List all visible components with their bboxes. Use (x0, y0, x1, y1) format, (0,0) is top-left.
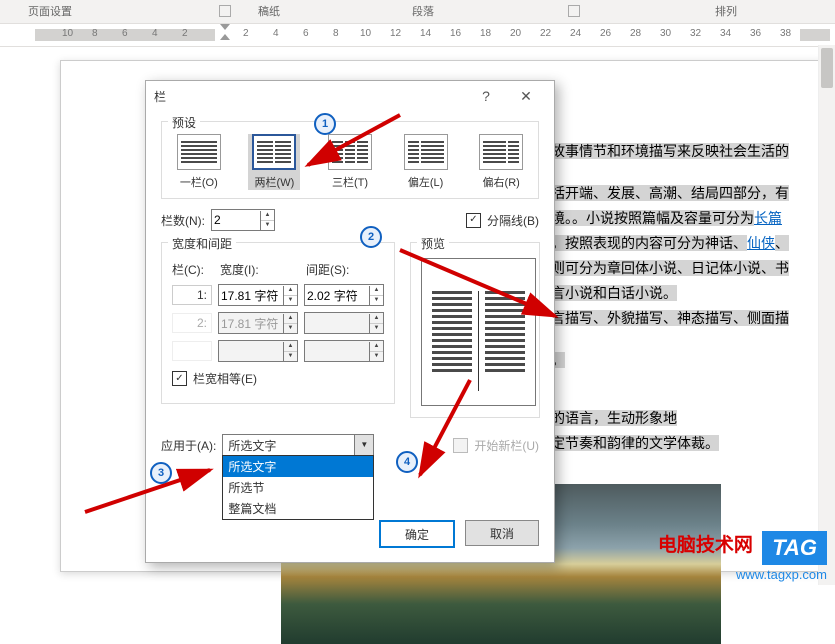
width-input-3: ▲▼ (218, 340, 298, 362)
start-new-column-checkbox (453, 438, 468, 453)
divider-label[interactable]: 分隔线(B) (487, 212, 539, 229)
paragraph-launcher-icon[interactable] (568, 5, 580, 17)
start-new-column-label: 开始新栏(U) (474, 437, 539, 454)
doc-link[interactable]: 仙侠 (747, 235, 775, 251)
preview-legend: 预览 (417, 235, 449, 252)
preset-two[interactable]: 两栏(W) (248, 134, 300, 190)
ok-button[interactable]: 确定 (379, 520, 455, 548)
columns-count-label: 栏数(N): (161, 212, 205, 229)
cancel-button[interactable]: 取消 (465, 520, 539, 546)
equal-width-label[interactable]: 栏宽相等(E) (193, 370, 257, 387)
chevron-down-icon[interactable]: ▼ (354, 435, 373, 455)
ribbon-group-page-setup: 页面设置 (28, 3, 72, 19)
apply-option-selected-section[interactable]: 所选节 (223, 477, 373, 498)
preview-group: 预览 (410, 242, 540, 418)
doc-line[interactable]: 故事情节和环境描写来反映社会生活的 (551, 143, 789, 159)
dialog-titlebar[interactable]: 栏 ? ✕ (146, 81, 554, 111)
width-spacing-group: 宽度和间距 栏(C): 宽度(I): 间距(S): 1: ▲▼ ▲▼ 2: ▲▼ (161, 242, 395, 404)
spacing-input-3: ▲▼ (304, 340, 384, 362)
spacing-header: 间距(S): (306, 261, 349, 278)
col-index-1: 1: (172, 285, 212, 305)
preset-left[interactable]: 偏左(L) (400, 134, 452, 190)
help-button[interactable]: ? (466, 88, 506, 104)
doc-line[interactable]: 。按照表现的内容可分为神话、 (551, 235, 747, 251)
annotation-badge-2: 2 (360, 226, 382, 248)
ribbon: 页面设置 稿纸 段落 排列 (0, 0, 835, 24)
col-header: 栏(C): (172, 261, 214, 278)
doc-line[interactable]: 括开端、发展、高潮、结局四部分，有 (551, 185, 789, 201)
columns-count-input[interactable]: ▲▼ (211, 209, 275, 231)
doc-line[interactable]: 的语言，生动形象地 (551, 410, 677, 426)
close-button[interactable]: ✕ (506, 88, 546, 105)
spacing-input-2: ▲▼ (304, 312, 384, 334)
equal-width-checkbox[interactable] (172, 371, 187, 386)
dialog-title: 栏 (154, 88, 466, 105)
watermark-tag: TAG (762, 531, 827, 565)
doc-line[interactable]: 定节奏和韵律的文学体裁。 (551, 435, 719, 451)
vertical-scrollbar[interactable] (818, 45, 835, 585)
width-legend: 宽度和间距 (168, 235, 236, 252)
apply-option-selected-text[interactable]: 所选文字 (223, 456, 373, 477)
annotation-badge-4: 4 (396, 451, 418, 473)
preset-one[interactable]: 一栏(O) (173, 134, 225, 190)
doc-line[interactable]: 言小说和白话小说。 (551, 285, 677, 301)
annotation-badge-1: 1 (314, 113, 336, 135)
doc-link[interactable]: 长篇 (754, 210, 782, 226)
col-index-2: 2: (172, 313, 212, 333)
ribbon-group-paragraph: 段落 (412, 3, 434, 19)
preset-legend: 预设 (168, 114, 200, 131)
apply-to-dropdown: 所选文字 所选节 整篇文档 (222, 455, 374, 520)
page-setup-launcher-icon[interactable] (219, 5, 231, 17)
doc-line[interactable]: 则可分为章回体小说、日记体小说、书 (551, 260, 789, 276)
width-header: 宽度(I): (220, 261, 300, 278)
ribbon-group-paper: 稿纸 (258, 3, 280, 19)
preview-page-icon (421, 258, 536, 406)
divider-checkbox[interactable] (466, 213, 481, 228)
preset-group: 预设 一栏(O) 两栏(W) 三栏(T) 偏左(L) (161, 121, 539, 199)
doc-line[interactable]: 境。。小说按照篇幅及容量可分为 (551, 210, 754, 226)
spacing-input-1[interactable]: ▲▼ (304, 284, 384, 306)
apply-option-whole-doc[interactable]: 整篇文档 (223, 498, 373, 519)
apply-to-combo[interactable]: 所选文字 ▼ 所选文字 所选节 整篇文档 (222, 434, 374, 456)
doc-line[interactable]: 言描写、外貌描写、神态描写、侧面描 (551, 310, 789, 326)
watermark: 电脑技术网 TAG www.tagxp.com (658, 530, 827, 582)
width-input-1[interactable]: ▲▼ (218, 284, 298, 306)
preset-three[interactable]: 三栏(T) (324, 134, 376, 190)
apply-to-label: 应用于(A): (161, 437, 216, 454)
annotation-badge-3: 3 (150, 462, 172, 484)
preset-right[interactable]: 偏右(R) (475, 134, 527, 190)
watermark-url: www.tagxp.com (658, 567, 827, 582)
columns-dialog: 栏 ? ✕ 预设 一栏(O) 两栏(W) 三栏(T) (145, 80, 555, 563)
ribbon-group-arrange: 排列 (715, 3, 737, 19)
horizontal-ruler[interactable]: 10 8 6 4 2 2 4 6 8 10 12 14 16 18 20 22 … (0, 24, 835, 47)
watermark-text: 电脑技术网 (658, 535, 753, 556)
width-input-2: ▲▼ (218, 312, 298, 334)
